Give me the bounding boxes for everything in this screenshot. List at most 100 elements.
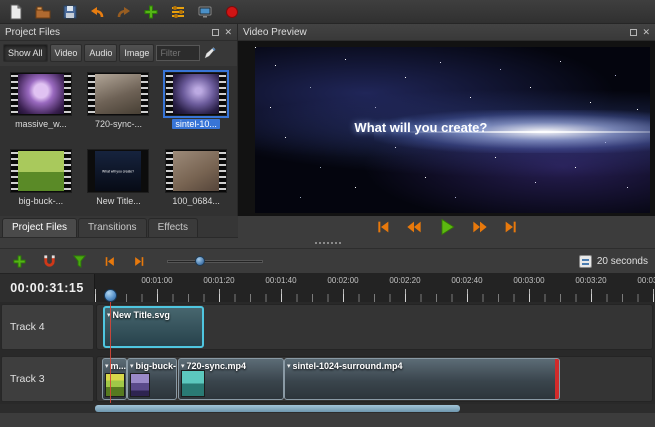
file-thumbnail (87, 72, 149, 116)
new-project-icon (8, 4, 24, 20)
file-label: big-buck-... (16, 196, 67, 206)
zoom-scale-select[interactable]: 20 seconds (579, 255, 648, 268)
filter-show-all-button[interactable]: Show All (3, 44, 48, 62)
undock-icon[interactable] (630, 29, 637, 36)
file-label: massive_w... (12, 119, 70, 129)
file-item-massive[interactable]: massive_w... (2, 72, 80, 139)
clip-thumbnail (130, 373, 150, 397)
ruler-label: 00:01:20 (203, 276, 234, 285)
project-files-panel: Project Files ✕ Show All Video Audio Ima… (0, 24, 238, 216)
track-3-label[interactable]: Track 3 (1, 356, 94, 402)
clip-thumbnail (181, 370, 205, 397)
rewind-button[interactable] (404, 219, 424, 235)
file-filter-row: Show All Video Audio Image (0, 41, 237, 65)
openshot-window: Project Files ✕ Show All Video Audio Ima… (0, 0, 655, 427)
clip-trim-handle[interactable] (555, 359, 559, 399)
filter-input[interactable] (156, 45, 200, 61)
snapping-button[interactable] (37, 251, 61, 272)
jump-end-icon (502, 219, 520, 235)
zoom-slider-handle[interactable] (195, 256, 205, 266)
clip-menu-icon[interactable]: ▾ (105, 362, 109, 370)
file-thumbnail (165, 72, 227, 116)
timeline-scrollbar[interactable] (95, 405, 460, 412)
tab-transitions[interactable]: Transitions (78, 218, 147, 237)
ruler-label: 00:01:40 (265, 276, 296, 285)
open-project-button[interactable] (31, 1, 55, 22)
splitter-handle[interactable] (0, 238, 655, 248)
file-item-big-buck[interactable]: big-buck-... (2, 149, 80, 216)
previous-marker-icon (102, 255, 117, 268)
file-item-720-sync[interactable]: 720-sync-... (80, 72, 158, 139)
file-thumbnail: What will you create? (87, 149, 149, 193)
undock-icon[interactable] (212, 29, 219, 36)
video-overlay-text: What will you create? (279, 120, 563, 135)
open-project-icon (35, 4, 51, 20)
file-item-100-0684[interactable]: 100_0684... (157, 149, 235, 216)
file-label: 100_0684... (169, 196, 223, 206)
ruler-label: 00:03:20 (575, 276, 606, 285)
tab-effects[interactable]: Effects (148, 218, 198, 237)
undo-button[interactable] (85, 1, 109, 22)
brush-icon[interactable] (202, 45, 218, 61)
new-project-button[interactable] (4, 1, 28, 22)
clip-big-buck[interactable]: ▾ big-buck- (127, 358, 177, 400)
file-item-sintel[interactable]: sintel-10... (157, 72, 235, 139)
play-button[interactable] (436, 217, 458, 237)
ruler-label: 00:02:00 (327, 276, 358, 285)
clip-m[interactable]: ▾ m... (102, 358, 127, 400)
redo-button[interactable] (112, 1, 136, 22)
previous-marker-button[interactable] (97, 251, 121, 272)
project-files-grid: massive_w... 720-sync-... sintel-10... b… (0, 66, 237, 216)
add-marker-button[interactable] (67, 251, 91, 272)
left-panel-tabs: Project Files Transitions Effects (0, 216, 238, 238)
timeline-ruler[interactable]: 00:01:00 00:01:20 00:01:40 00:02:00 00:0… (95, 274, 655, 302)
ruler-label: 00:02:20 (389, 276, 420, 285)
filter-audio-button[interactable]: Audio (84, 44, 117, 62)
clip-menu-icon[interactable]: ▾ (130, 362, 134, 370)
add-track-icon (12, 254, 27, 269)
video-preview-titlebar: Video Preview ✕ (238, 24, 655, 41)
zoom-slider[interactable] (167, 254, 263, 268)
next-marker-button[interactable] (127, 251, 151, 272)
clip-sintel-surround[interactable]: ▾ sintel-1024-surround.mp4 (284, 358, 560, 400)
track-3-lane[interactable]: ▾ m... ▾ big-buck- ▾ 720-sync.mp4 (96, 356, 653, 402)
title-thumb-text: What will you create? (103, 169, 135, 173)
clip-label: 720-sync.mp4 (187, 361, 247, 371)
file-label: 720-sync-... (92, 119, 145, 129)
import-files-button[interactable] (139, 1, 163, 22)
tab-project-files[interactable]: Project Files (2, 218, 77, 237)
file-item-new-title[interactable]: What will you create? New Title... (80, 149, 158, 216)
clip-menu-icon[interactable]: ▾ (181, 362, 185, 370)
track-4-label[interactable]: Track 4 (1, 304, 94, 350)
choose-profile-button[interactable] (166, 1, 190, 22)
clip-720-sync[interactable]: ▾ 720-sync.mp4 (178, 358, 284, 400)
jump-end-button[interactable] (502, 219, 520, 235)
add-track-button[interactable] (7, 251, 31, 272)
export-video-button[interactable] (220, 1, 244, 22)
video-preview-area[interactable]: What will you create? (238, 41, 655, 216)
close-icon[interactable]: ✕ (224, 28, 232, 37)
video-frame: What will you create? (255, 47, 650, 213)
fullscreen-button[interactable] (193, 1, 217, 22)
file-label: sintel-10... (172, 119, 220, 129)
timeline-scrollbar-track[interactable] (0, 404, 655, 413)
filter-video-button[interactable]: Video (50, 44, 83, 62)
file-thumbnail (10, 149, 72, 193)
clip-thumbnail (105, 373, 125, 397)
playhead[interactable] (104, 289, 117, 302)
undo-icon (89, 4, 105, 20)
clip-label: m... (111, 361, 127, 371)
jump-start-button[interactable] (374, 219, 392, 235)
ruler-label: 00:01:00 (141, 276, 172, 285)
fast-forward-button[interactable] (470, 219, 490, 235)
save-project-button[interactable] (58, 1, 82, 22)
track-4-lane[interactable]: ▾ New Title.svg (96, 304, 653, 350)
add-marker-icon (72, 254, 87, 269)
clip-new-title[interactable]: ▾ New Title.svg (103, 306, 204, 348)
playhead-time: 00:00:31:15 (0, 274, 95, 302)
clip-menu-icon[interactable]: ▾ (287, 362, 291, 370)
close-icon[interactable]: ✕ (642, 28, 650, 37)
filter-image-button[interactable]: Image (119, 44, 154, 62)
main-toolbar (0, 0, 655, 24)
video-preview-panel: Video Preview ✕ What will you create? (238, 24, 655, 216)
